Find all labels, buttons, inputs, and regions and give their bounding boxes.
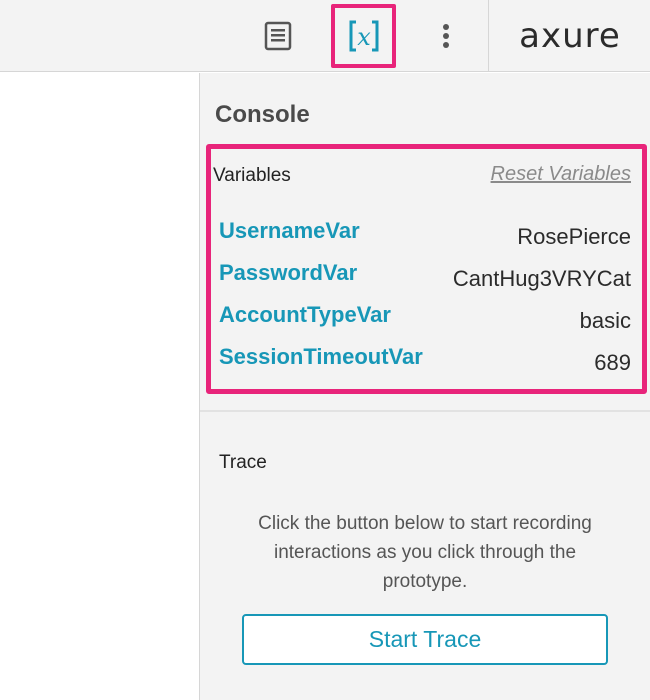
reset-variables-link[interactable]: Reset Variables <box>491 163 631 186</box>
console-panel: Console Variables Reset Variables Userna… <box>199 73 650 700</box>
variables-icon: x <box>349 20 378 52</box>
svg-text:x: x <box>357 23 371 51</box>
console-title: Console <box>215 101 310 128</box>
variables-button[interactable]: x <box>331 4 396 68</box>
variable-value: CantHug3VRYCat <box>452 266 631 291</box>
variable-name: UsernameVar <box>219 218 360 243</box>
variable-name: PasswordVar <box>219 260 358 285</box>
notes-button[interactable] <box>256 0 300 72</box>
start-trace-button[interactable]: Start Trace <box>242 614 608 665</box>
variable-value: RosePierce <box>517 224 631 249</box>
variable-name: SessionTimeoutVar <box>219 344 423 369</box>
toolbar-divider <box>488 0 489 72</box>
variable-name: AccountTypeVar <box>219 302 391 327</box>
variable-row: AccountTypeVar basic <box>219 302 631 336</box>
trace-description: Click the button below to start recordin… <box>258 513 592 592</box>
notes-icon <box>264 21 292 51</box>
variables-heading: Variables <box>213 165 291 186</box>
top-toolbar: x axure <box>0 0 650 72</box>
more-vertical-icon <box>443 24 449 48</box>
variable-row: SessionTimeoutVar 689 <box>219 344 631 378</box>
axure-logo: axure <box>519 16 621 56</box>
more-options-button[interactable] <box>428 0 464 72</box>
variable-row: PasswordVar CantHug3VRYCat <box>219 260 631 294</box>
trace-heading: Trace <box>219 452 267 473</box>
section-divider <box>200 410 650 412</box>
variable-value: basic <box>579 308 631 333</box>
variable-row: UsernameVar RosePierce <box>219 218 631 252</box>
prototype-canvas <box>0 73 199 700</box>
variable-value: 689 <box>594 350 631 375</box>
